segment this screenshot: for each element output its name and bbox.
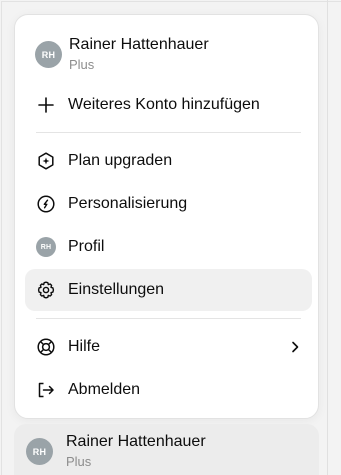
upgrade-hexagon-icon [35, 150, 57, 172]
settings-label: Einstellungen [68, 281, 165, 298]
logout-button[interactable]: Abmelden [25, 369, 312, 411]
profile-label: Profil [68, 238, 105, 255]
vertical-divider [327, 0, 328, 475]
avatar-icon: RH [35, 236, 57, 258]
avatar: RH [35, 41, 62, 68]
menu-divider [36, 132, 301, 133]
avatar: RH [26, 438, 53, 465]
menu-divider [36, 318, 301, 319]
account-tier: Plus [66, 454, 92, 469]
personalization-circle-icon [35, 193, 57, 215]
current-account-header[interactable]: RH Rainer Hattenhauer Plus [35, 35, 308, 75]
profile-avatar: RH [36, 237, 56, 257]
plus-icon [35, 94, 57, 116]
personalization-button[interactable]: Personalisierung [25, 183, 312, 225]
account-tier: Plus [69, 57, 95, 72]
gear-icon [35, 279, 57, 301]
lifebuoy-icon [35, 336, 57, 358]
add-account-label: Weiteres Konto hinzufügen [68, 96, 260, 113]
account-menu: RH Rainer Hattenhauer Plus Weiteres Kont… [14, 14, 319, 419]
upgrade-plan-button[interactable]: Plan upgraden [25, 140, 312, 182]
help-label: Hilfe [68, 338, 101, 355]
upgrade-plan-label: Plan upgraden [68, 152, 173, 169]
logout-arrow-icon [35, 379, 57, 401]
sidebar-account-button[interactable]: RH Rainer Hattenhauer Plus [14, 424, 319, 475]
personalization-label: Personalisierung [68, 195, 188, 212]
settings-button[interactable]: Einstellungen [25, 269, 312, 311]
chevron-right-icon [288, 340, 302, 354]
profile-button[interactable]: RH Profil [25, 226, 312, 268]
help-button[interactable]: Hilfe [25, 326, 312, 368]
account-name: Rainer Hattenhauer [69, 36, 209, 53]
account-name: Rainer Hattenhauer [66, 433, 206, 450]
logout-label: Abmelden [68, 381, 141, 398]
add-account-button[interactable]: Weiteres Konto hinzufügen [25, 84, 312, 126]
